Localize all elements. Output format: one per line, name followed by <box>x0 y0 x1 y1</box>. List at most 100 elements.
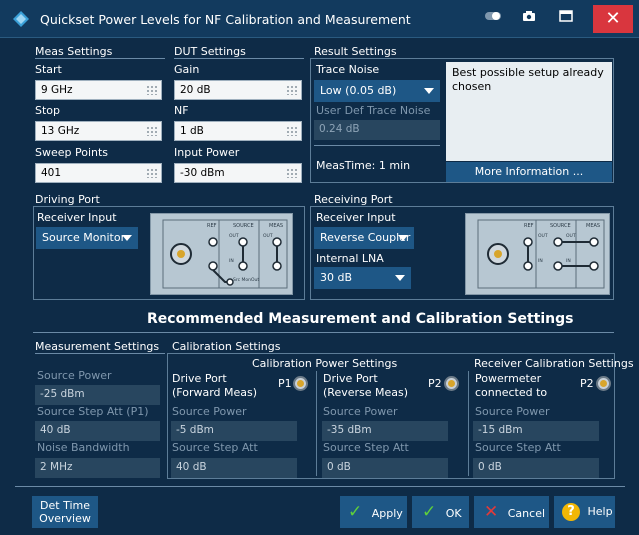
input-power-input[interactable]: -30 dBm <box>174 163 302 183</box>
rev-port-label: P2 <box>428 377 442 390</box>
keypad-icon[interactable] <box>286 85 297 95</box>
start-value: 9 GHz <box>41 84 73 96</box>
driving-port-heading: Driving Port <box>35 193 100 206</box>
internal-lna-value: 30 dB <box>320 271 353 284</box>
connected-to-label: connected to <box>475 386 548 399</box>
gain-label: Gain <box>174 63 200 76</box>
nf-input[interactable]: 1 dB <box>174 121 302 141</box>
user-def-trace-noise-label: User Def Trace Noise <box>316 104 431 117</box>
divider <box>15 486 625 487</box>
diagram-label-srcmon: Src MonOut <box>233 277 259 283</box>
ms-step-att-value: 40 dB <box>35 421 160 441</box>
trace-noise-value: Low (0.05 dB) <box>320 84 397 97</box>
keypad-icon[interactable] <box>146 126 157 136</box>
user-def-trace-noise-input: 0.24 dB <box>314 120 440 140</box>
ok-button[interactable]: ✓ OK <box>412 496 469 528</box>
start-input[interactable]: 9 GHz <box>35 80 162 100</box>
stop-value: 13 GHz <box>41 125 80 137</box>
nf-value: 1 dB <box>180 125 204 137</box>
divider <box>33 332 614 333</box>
det-time-overview-button[interactable]: Det Time Overview <box>32 496 98 528</box>
meas-settings-heading: Meas Settings <box>35 45 113 58</box>
divider <box>316 371 317 476</box>
camera-icon[interactable] <box>520 10 538 28</box>
diagram-label-ref: REF <box>207 223 217 229</box>
keypad-icon[interactable] <box>146 168 157 178</box>
divider <box>314 145 440 146</box>
receiving-receiver-input-label: Receiver Input <box>316 211 396 224</box>
chevron-down-icon <box>395 275 405 281</box>
gain-input[interactable]: 20 dB <box>174 80 302 100</box>
ms-source-power-value: -25 dBm <box>35 385 160 405</box>
help-icon: ? <box>562 503 580 521</box>
app-logo-icon <box>12 10 30 28</box>
keypad-icon[interactable] <box>286 168 297 178</box>
chevron-down-icon <box>122 235 132 241</box>
driving-receiver-input-value: Source Monitor <box>42 231 126 244</box>
ms-noise-bw-label: Noise Bandwidth <box>37 441 130 454</box>
overview-label: Overview <box>39 512 91 525</box>
driving-receiver-input-dropdown[interactable]: Source Monitor <box>36 227 138 249</box>
sweep-points-input[interactable]: 401 <box>35 163 162 183</box>
receiver-calibration-title: Receiver Calibration Settings <box>474 357 634 370</box>
trace-noise-dropdown[interactable]: Low (0.05 dB) <box>314 80 440 102</box>
check-icon: ✓ <box>348 502 363 522</box>
keypad-icon[interactable] <box>286 126 297 136</box>
port-connector-icon <box>596 376 611 391</box>
cancel-button[interactable]: ✕ Cancel <box>474 496 549 528</box>
sweep-points-label: Sweep Points <box>35 146 109 159</box>
divider <box>35 58 165 59</box>
divider <box>174 58 304 59</box>
divider <box>35 353 165 354</box>
stop-label: Stop <box>35 104 61 117</box>
powermeter-label: Powermeter <box>475 372 542 385</box>
rx-step-att-value: 0 dB <box>473 458 599 478</box>
internal-lna-dropdown[interactable]: 30 dB <box>314 267 411 289</box>
fwd-port-label: P1 <box>278 377 292 390</box>
stop-input[interactable]: 13 GHz <box>35 121 162 141</box>
rev-source-power-value: -35 dBm <box>322 421 448 441</box>
receiving-receiver-input-value: Reverse Coupler <box>320 231 411 244</box>
nf-label: NF <box>174 104 189 117</box>
diagram-label-source: SOURCE <box>233 223 254 229</box>
apply-label: Apply <box>371 507 403 520</box>
diagram-label-in: IN <box>229 258 234 264</box>
fwd-step-att-value: 40 dB <box>171 458 297 478</box>
rev-reverse-meas-label: (Reverse Meas) <box>323 386 409 399</box>
divider <box>468 371 469 476</box>
rev-step-att-label: Source Step Att <box>323 441 409 454</box>
more-information-button[interactable]: More Information ... <box>446 162 612 182</box>
rev-drive-port-label: Drive Port <box>323 372 378 385</box>
diagram-label-out2: OUT <box>566 233 576 239</box>
input-power-value: -30 dBm <box>180 167 225 179</box>
help-button[interactable]: ? Help <box>554 496 615 528</box>
ok-label: OK <box>445 507 462 520</box>
fwd-drive-port-label: Drive Port <box>172 372 227 385</box>
info-message-box: Best possible setup already chosen <box>446 62 612 161</box>
help-label: Help <box>587 505 613 518</box>
start-label: Start <box>35 63 62 76</box>
chevron-down-icon <box>398 235 408 241</box>
result-settings-heading: Result Settings <box>314 45 397 58</box>
diagram-label-ref: REF <box>524 223 534 229</box>
keypad-icon[interactable] <box>146 85 157 95</box>
close-button[interactable]: ✕ <box>593 5 633 33</box>
trace-noise-label: Trace Noise <box>316 63 380 76</box>
driving-port-diagram: REF SOURCE MEAS OUT IN OUT Src MonOut <box>150 213 293 295</box>
port-connector-icon <box>293 376 308 391</box>
measurement-settings-heading: Measurement Settings <box>35 340 160 353</box>
title-bar: Quickset Power Levels for NF Calibration… <box>0 0 639 38</box>
apply-button[interactable]: ✓ Apply <box>340 496 407 528</box>
diagram-label-in2: IN <box>566 258 571 264</box>
dut-settings-heading: DUT Settings <box>174 45 246 58</box>
x-icon: ✕ <box>484 502 499 522</box>
receiving-receiver-input-dropdown[interactable]: Reverse Coupler <box>314 227 414 249</box>
rx-source-power-label: Source Power <box>475 405 550 418</box>
toggle-icon[interactable] <box>484 10 502 28</box>
rx-step-att-label: Source Step Att <box>475 441 561 454</box>
fwd-step-att-label: Source Step Att <box>172 441 258 454</box>
fwd-source-power-label: Source Power <box>172 405 247 418</box>
maximize-icon[interactable] <box>557 10 575 28</box>
rev-source-power-label: Source Power <box>323 405 398 418</box>
receiving-port-heading: Receiving Port <box>314 193 393 206</box>
